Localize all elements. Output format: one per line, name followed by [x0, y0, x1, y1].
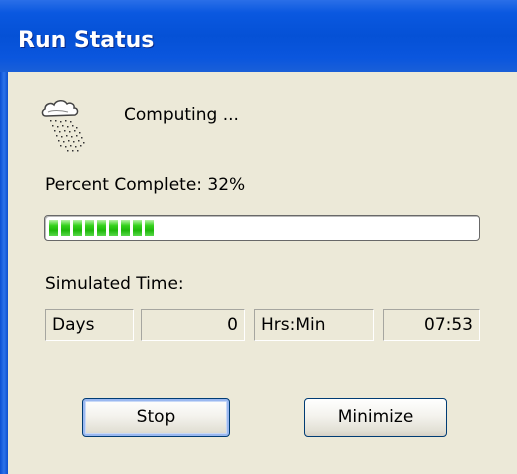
- window-left-border: [0, 72, 8, 474]
- progress-block: [109, 220, 118, 236]
- status-text: Computing ...: [124, 105, 239, 125]
- days-value-field: 0: [141, 309, 245, 341]
- progress-block: [73, 220, 82, 236]
- days-label-field: Days: [45, 309, 134, 341]
- stop-button[interactable]: Stop: [82, 398, 230, 437]
- hrsmin-value-field: 07:53: [383, 309, 480, 341]
- progress-fill: [49, 220, 154, 236]
- progress-bar: [44, 215, 480, 241]
- progress-block: [61, 220, 70, 236]
- minimize-button[interactable]: Minimize: [304, 398, 447, 437]
- progress-block: [97, 220, 106, 236]
- window-title: Run Status: [18, 28, 155, 53]
- progress-block: [49, 220, 58, 236]
- rain-cloud-icon: [41, 100, 85, 152]
- hrsmin-label-field: Hrs:Min: [254, 309, 374, 341]
- progress-block: [121, 220, 130, 236]
- simulated-time-label: Simulated Time:: [45, 274, 184, 294]
- percent-complete-label: Percent Complete: 32%: [45, 175, 246, 195]
- progress-block: [85, 220, 94, 236]
- title-bar[interactable]: Run Status: [0, 0, 517, 72]
- progress-block: [145, 220, 154, 236]
- progress-block: [133, 220, 142, 236]
- run-status-window: Run Status Computing ... Percent Complet…: [0, 0, 517, 474]
